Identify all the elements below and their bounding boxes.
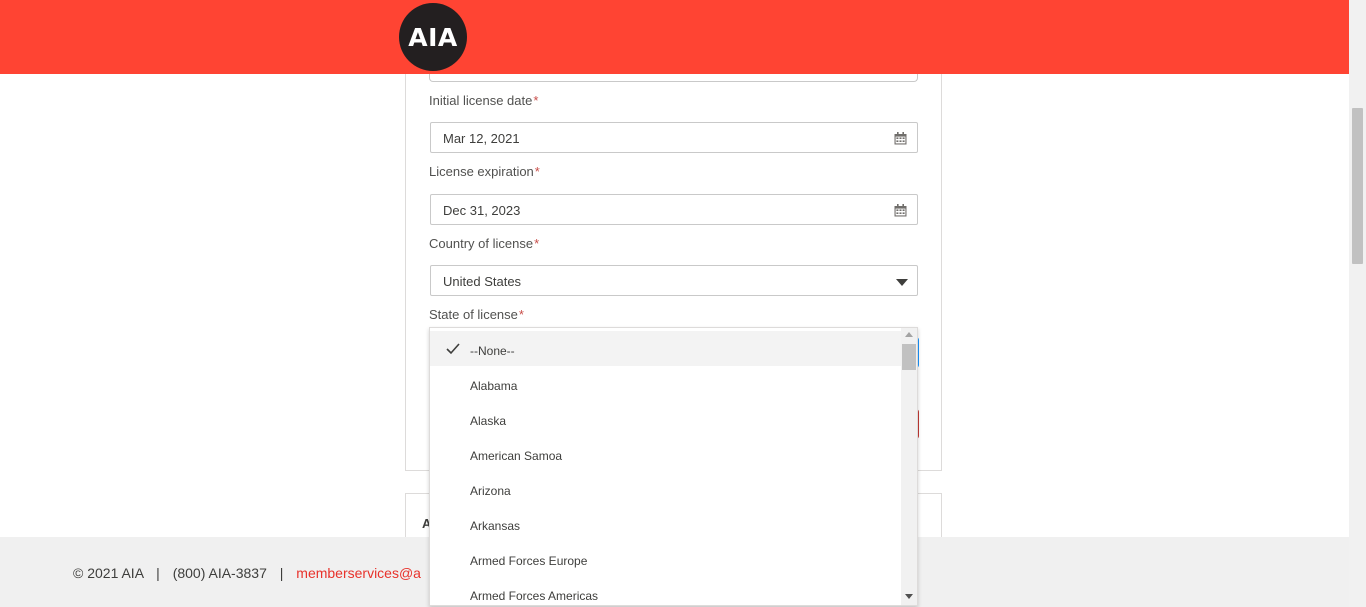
footer-email-link[interactable]: memberservices@a xyxy=(296,565,421,581)
license-expiration-label: License expiration* xyxy=(429,164,540,179)
scroll-down-arrow-icon[interactable] xyxy=(905,594,913,599)
state-of-license-listbox[interactable]: --None-- Alabama Alaska American Samoa A… xyxy=(429,327,918,606)
scroll-up-arrow-icon[interactable] xyxy=(905,332,913,337)
required-marker: * xyxy=(534,236,540,251)
state-of-license-label: State of license* xyxy=(429,307,524,322)
page-scrollbar[interactable] xyxy=(1349,0,1366,607)
required-marker: * xyxy=(533,93,539,108)
license-expiration-input[interactable]: Dec 31, 2023 xyxy=(430,194,918,225)
country-of-license-value: United States xyxy=(443,274,522,289)
dropdown-option-label: Alaska xyxy=(470,414,507,428)
dropdown-option-label: --None-- xyxy=(470,344,515,358)
required-marker: * xyxy=(534,164,540,179)
footer-separator: | xyxy=(279,565,284,581)
footer-text: © 2021 AIA | (800) AIA-3837 | memberserv… xyxy=(73,565,421,581)
dropdown-option-label: Alabama xyxy=(470,379,518,393)
page: AIA Initial license date* Mar 12, 2021 L… xyxy=(0,0,1366,607)
dropdown-option-alabama[interactable]: Alabama xyxy=(430,366,901,401)
label-text: Initial license date xyxy=(429,93,533,108)
calendar-icon[interactable] xyxy=(894,132,907,145)
initial-license-date-input[interactable]: Mar 12, 2021 xyxy=(430,122,918,153)
page-scroll-thumb[interactable] xyxy=(1352,108,1363,264)
dropdown-option-label: Arkansas xyxy=(470,519,521,533)
dropdown-option-alaska[interactable]: Alaska xyxy=(430,401,901,436)
dropdown-option-label: Arizona xyxy=(470,484,511,498)
dropdown-option-american-samoa[interactable]: American Samoa xyxy=(430,436,901,471)
license-expiration-value: Dec 31, 2023 xyxy=(443,203,521,218)
checkmark-icon xyxy=(446,343,460,355)
dropdown-option-armed-forces-americas[interactable]: Armed Forces Americas xyxy=(430,576,901,605)
dropdown-option-label: American Samoa xyxy=(470,449,563,463)
calendar-icon[interactable] xyxy=(894,204,907,217)
site-header: AIA xyxy=(0,0,1349,74)
dropdown-option-armed-forces-europe[interactable]: Armed Forces Europe xyxy=(430,541,901,576)
dropdown-option-label: Armed Forces Americas xyxy=(470,589,599,603)
country-of-license-select[interactable]: United States xyxy=(430,265,918,296)
dropdown-scroll-thumb[interactable] xyxy=(902,344,916,370)
dropdown-option-arkansas[interactable]: Arkansas xyxy=(430,506,901,541)
initial-license-date-value: Mar 12, 2021 xyxy=(443,131,520,146)
dropdown-option-arizona[interactable]: Arizona xyxy=(430,471,901,506)
dropdown-option-none[interactable]: --None-- xyxy=(430,331,901,366)
label-text: State of license xyxy=(429,307,518,322)
country-of-license-label: Country of license* xyxy=(429,236,539,251)
chevron-down-icon[interactable] xyxy=(896,279,908,286)
footer-copyright: © 2021 AIA xyxy=(73,565,144,581)
dropdown-scrollbar[interactable] xyxy=(901,328,917,605)
aia-logo[interactable]: AIA xyxy=(399,3,467,71)
footer-separator: | xyxy=(156,565,160,581)
initial-license-date-label: Initial license date* xyxy=(429,93,538,108)
footer-phone[interactable]: (800) AIA-3837 xyxy=(173,565,267,581)
label-text: License expiration xyxy=(429,164,534,179)
required-marker: * xyxy=(518,307,524,322)
dropdown-option-label: Armed Forces Europe xyxy=(470,554,588,568)
label-text: Country of license xyxy=(429,236,534,251)
